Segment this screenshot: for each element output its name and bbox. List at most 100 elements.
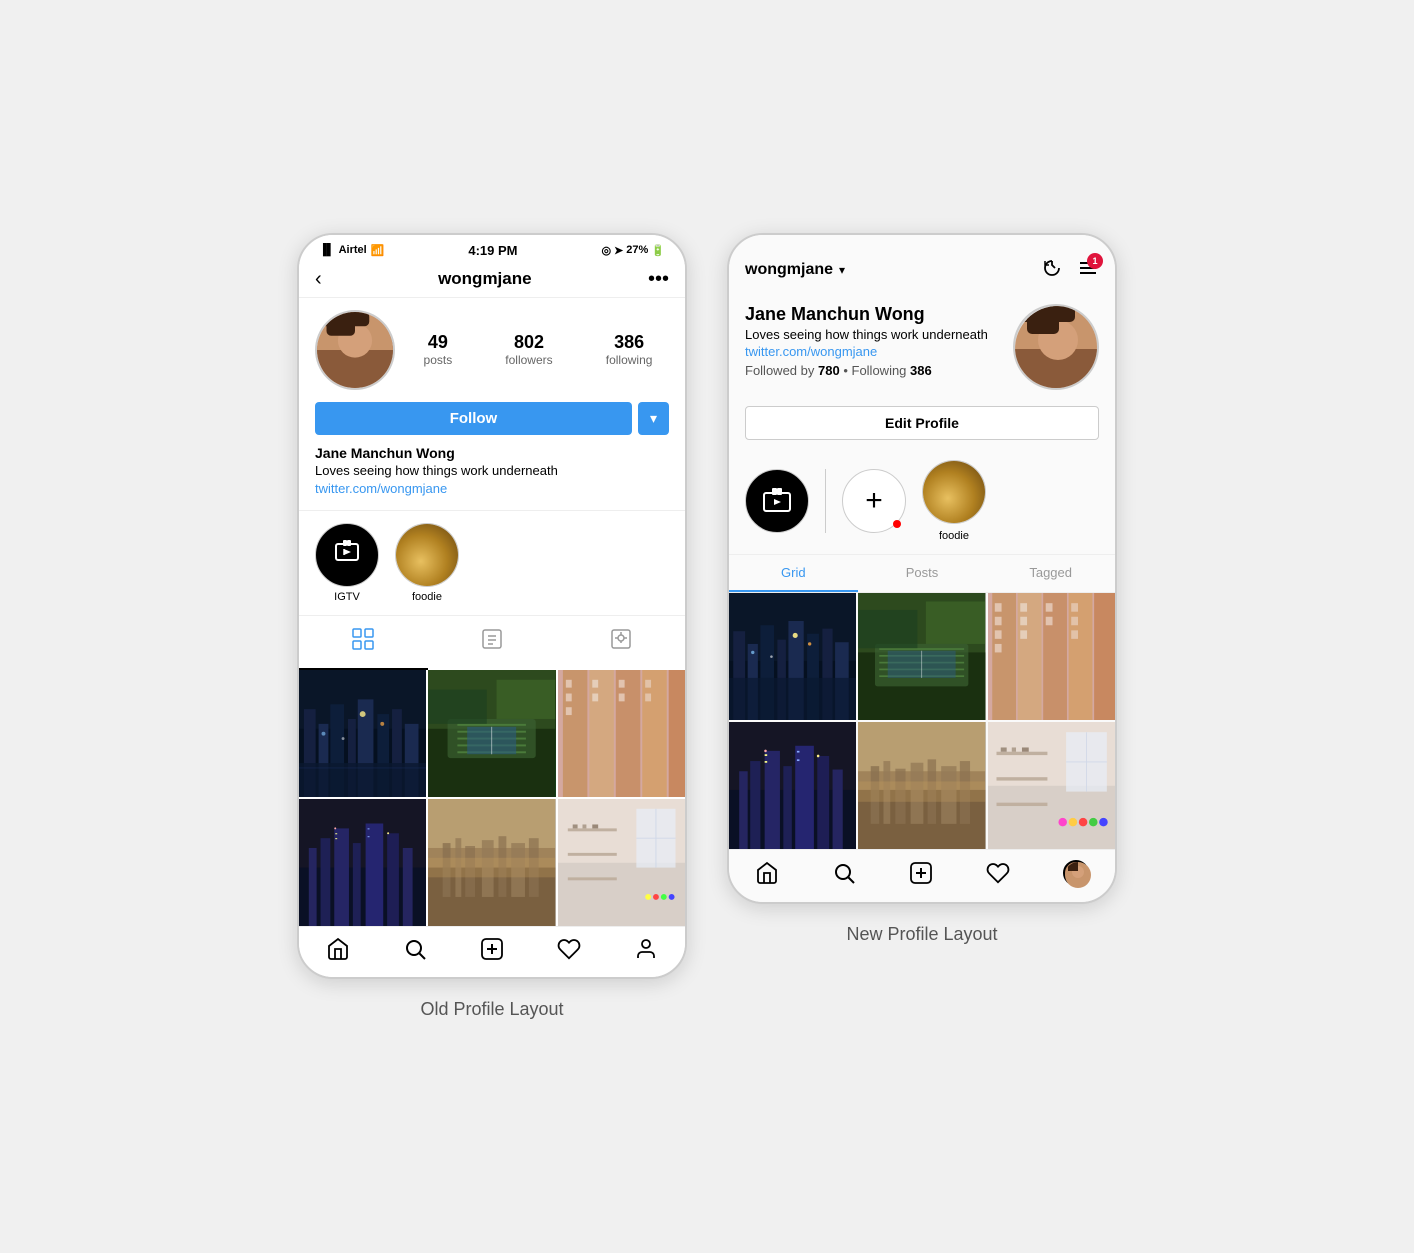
nav-search-old[interactable] bbox=[403, 937, 427, 961]
notification-count-new: 1 bbox=[1087, 253, 1103, 269]
tab-grid-new[interactable]: Grid bbox=[729, 555, 858, 592]
followers-count: 802 bbox=[514, 332, 544, 353]
old-layout-wrapper: ▐▌ Airtel 📶 4:19 PM ◎ ➤ 27% 🔋 ‹ wongmjan… bbox=[297, 233, 687, 1021]
nav-heart-old[interactable] bbox=[557, 937, 581, 961]
profile-link-old[interactable]: twitter.com/wongmjane bbox=[315, 481, 447, 496]
grid-cell-6-old[interactable] bbox=[558, 799, 685, 926]
grid-cell-1-old[interactable] bbox=[299, 670, 426, 797]
bullet-separator: • bbox=[843, 363, 851, 378]
grid-cell-1-new[interactable] bbox=[729, 593, 856, 720]
grid-cell-2-old[interactable] bbox=[428, 670, 555, 797]
username-new: wongmjane bbox=[745, 261, 833, 279]
highlight-igtv-new[interactable] bbox=[745, 469, 809, 533]
old-phone-frame: ▐▌ Airtel 📶 4:19 PM ◎ ➤ 27% 🔋 ‹ wongmjan… bbox=[297, 233, 687, 980]
avatar-svg-old bbox=[317, 310, 393, 390]
photo-aerial-old bbox=[428, 670, 555, 797]
tab-tagged-new[interactable]: Tagged bbox=[986, 555, 1115, 592]
tab-tagged-old[interactable] bbox=[556, 616, 685, 670]
following-count: 386 bbox=[614, 332, 644, 353]
building-svg-new bbox=[988, 593, 1115, 720]
status-left: ▐▌ Airtel 📶 bbox=[319, 244, 384, 257]
photo-city2-old bbox=[299, 799, 426, 926]
tab-grid-old[interactable] bbox=[299, 616, 428, 670]
igtv-label-old: IGTV bbox=[334, 591, 360, 603]
follow-dropdown-button[interactable]: ▾ bbox=[638, 402, 669, 435]
city-svg-1 bbox=[299, 670, 426, 797]
posts-count: 49 bbox=[428, 332, 448, 353]
post-icon-old bbox=[481, 628, 503, 656]
stats-group-old: 49 posts 802 followers 386 following bbox=[407, 332, 669, 367]
follow-row: Follow ▾ bbox=[315, 402, 669, 435]
grid-icon-old bbox=[352, 628, 374, 656]
nav-add-old[interactable] bbox=[480, 937, 504, 961]
add-red-dot bbox=[893, 520, 901, 528]
nav-profile-old[interactable] bbox=[634, 937, 658, 961]
photo-desert-new bbox=[858, 722, 985, 849]
grid-cell-4-new[interactable] bbox=[729, 722, 856, 849]
chevron-icon-new[interactable]: ▾ bbox=[839, 263, 845, 277]
new-layout-label: New Profile Layout bbox=[846, 924, 997, 945]
tabs-row-new: Grid Posts Tagged bbox=[729, 554, 1115, 593]
tab-post-old[interactable] bbox=[428, 616, 557, 670]
avatar-old[interactable] bbox=[315, 310, 395, 390]
foodie-circle-new bbox=[922, 460, 986, 524]
highlights-section-old: IGTV foodie bbox=[299, 510, 685, 615]
profile-icon-old bbox=[634, 937, 658, 961]
battery-level: 27% bbox=[626, 244, 648, 256]
grid-cell-6-new[interactable] bbox=[988, 722, 1115, 849]
profile-link-new[interactable]: twitter.com/wongmjane bbox=[745, 344, 1001, 359]
profile-info-new: Jane Manchun Wong Loves seeing how thing… bbox=[745, 304, 1001, 378]
highlight-circle-igtv-old bbox=[315, 523, 379, 587]
add-circle-new[interactable]: + bbox=[842, 469, 906, 533]
comparison-container: ▐▌ Airtel 📶 4:19 PM ◎ ➤ 27% 🔋 ‹ wongmjan… bbox=[297, 233, 1117, 1021]
navigate-icon: ➤ bbox=[614, 244, 623, 257]
tab-posts-new[interactable]: Posts bbox=[858, 555, 987, 592]
highlight-add-new[interactable]: + bbox=[842, 469, 906, 533]
profile-nav-svg bbox=[1065, 862, 1091, 888]
highlight-foodie-old[interactable]: foodie bbox=[395, 523, 459, 603]
bottom-nav-new bbox=[729, 849, 1115, 902]
avatar-image-old bbox=[317, 312, 393, 388]
highlight-igtv-old[interactable]: IGTV bbox=[315, 523, 379, 603]
profile-avatar-nav-new bbox=[1063, 860, 1089, 886]
igtv-circle-new bbox=[745, 469, 809, 533]
grid-cell-3-old[interactable] bbox=[558, 670, 685, 797]
food-visual-old bbox=[396, 524, 458, 586]
grid-cell-4-old[interactable] bbox=[299, 799, 426, 926]
city2-svg-new bbox=[729, 722, 856, 849]
add-icon-new bbox=[909, 861, 933, 885]
stat-posts: 49 posts bbox=[424, 332, 453, 367]
notification-badge-new[interactable]: 1 bbox=[1077, 257, 1099, 284]
highlight-foodie-new[interactable]: foodie bbox=[922, 460, 986, 542]
followed-by-count: 780 bbox=[818, 363, 840, 378]
status-right-old: ◎ ➤ 27% 🔋 bbox=[601, 244, 665, 257]
followed-by-new: Followed by 780 • Following 386 bbox=[745, 363, 1001, 378]
home-icon-new bbox=[755, 861, 779, 885]
nav-home-new[interactable] bbox=[755, 861, 779, 885]
edit-profile-button[interactable]: Edit Profile bbox=[745, 406, 1099, 440]
nav-heart-new[interactable] bbox=[986, 861, 1010, 885]
nav-home-old[interactable] bbox=[326, 937, 350, 961]
history-icon-new[interactable] bbox=[1041, 257, 1063, 284]
photo-building-new bbox=[988, 593, 1115, 720]
nav-add-new[interactable] bbox=[909, 861, 933, 885]
grid-cell-3-new[interactable] bbox=[988, 593, 1115, 720]
grid-cell-2-new[interactable] bbox=[858, 593, 985, 720]
more-button-old[interactable]: ••• bbox=[648, 268, 669, 291]
interior-svg-new bbox=[988, 722, 1115, 849]
nav-search-new[interactable] bbox=[832, 861, 856, 885]
back-button-old[interactable]: ‹ bbox=[315, 268, 322, 291]
nav-profile-new[interactable] bbox=[1063, 860, 1089, 886]
photo-city2-new bbox=[729, 722, 856, 849]
grid-tab-label: Grid bbox=[781, 565, 806, 580]
avatar-new[interactable] bbox=[1013, 304, 1099, 390]
food-visual-new bbox=[923, 461, 985, 523]
grid-cell-5-new[interactable] bbox=[858, 722, 985, 849]
grid-cell-5-old[interactable] bbox=[428, 799, 555, 926]
new-phone-frame: wongmjane ▾ bbox=[727, 233, 1117, 905]
search-icon-old bbox=[403, 937, 427, 961]
status-bar-old: ▐▌ Airtel 📶 4:19 PM ◎ ➤ 27% 🔋 bbox=[299, 235, 685, 262]
follow-button[interactable]: Follow bbox=[315, 402, 632, 435]
highlight-divider-new bbox=[825, 469, 826, 533]
add-icon-old bbox=[480, 937, 504, 961]
